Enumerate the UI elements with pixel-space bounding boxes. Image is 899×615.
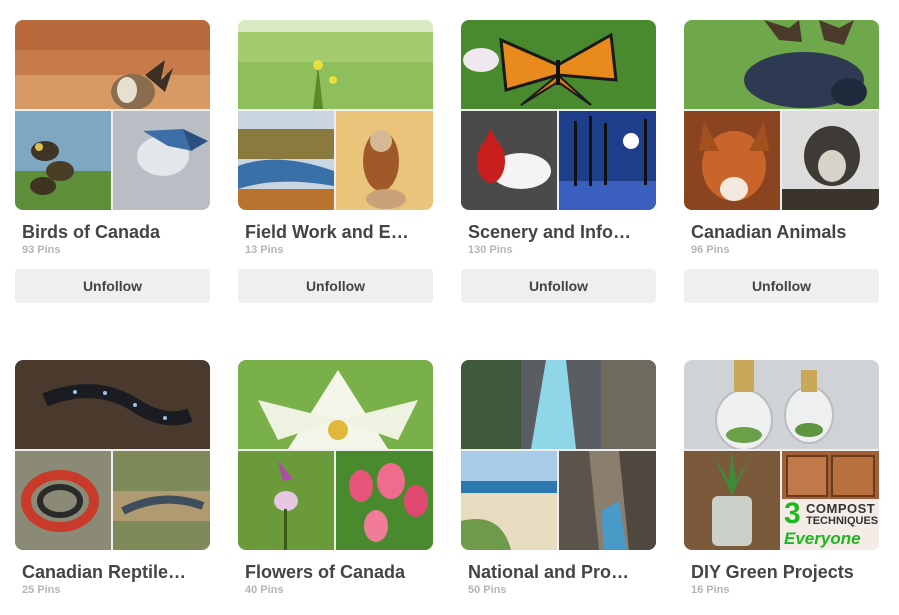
board-title[interactable]: Scenery and Info…: [461, 222, 651, 243]
board-card-field-work[interactable]: Field Work and E… 13 Pins Unfollow: [238, 20, 433, 303]
cover-image-pineapple-jar: [684, 451, 780, 550]
cover-image-spotted-salamander: [15, 360, 210, 449]
board-cover[interactable]: [461, 360, 656, 550]
board-card-diy-green-projects[interactable]: 3 COMPOST TECHNIQUES Everyone DIY Green …: [684, 360, 879, 596]
board-title[interactable]: Field Work and E…: [238, 222, 428, 243]
unfollow-button[interactable]: Unfollow: [238, 269, 433, 303]
cover-image-blue-jay: [113, 111, 210, 210]
board-title[interactable]: Canadian Reptile…: [15, 562, 205, 583]
cover-image-pink-tulips: [336, 451, 433, 550]
board-cover[interactable]: 3 COMPOST TECHNIQUES Everyone: [684, 360, 879, 550]
cover-image-wolf: [782, 111, 879, 210]
board-title[interactable]: National and Pro…: [461, 562, 651, 583]
cover-image-beach-dunes: [461, 451, 557, 550]
board-cover[interactable]: [15, 20, 210, 210]
pin-count: 16 Pins: [691, 584, 730, 596]
cover-image-garter-snake: [113, 451, 210, 550]
unfollow-button[interactable]: Unfollow: [684, 269, 879, 303]
board-cover[interactable]: [15, 360, 210, 550]
cover-image-red-snake: [15, 451, 111, 550]
board-card-scenery-and-info[interactable]: Scenery and Info… 130 Pins Unfollow: [461, 20, 656, 303]
cover-image-trillium: [238, 360, 433, 449]
board-cover[interactable]: [461, 20, 656, 210]
cover-image-monarch-butterfly: [461, 20, 656, 109]
cover-image-sage-grouse: [15, 20, 210, 109]
cover-image-lightbulb-terrariums: [684, 360, 879, 449]
cover-image-moose: [684, 20, 879, 109]
cover-image-meadow: [238, 20, 433, 109]
cover-image-lake-valley: [238, 111, 334, 210]
compost-overlay-text: 3 COMPOST TECHNIQUES Everyone: [782, 497, 879, 550]
cover-image-ducklings: [15, 111, 111, 210]
board-title[interactable]: Birds of Canada: [15, 222, 205, 243]
cover-image-kestrel: [336, 111, 433, 210]
pin-count: 40 Pins: [245, 584, 284, 596]
cover-image-cardinal: [461, 111, 557, 210]
cover-image-compost-crates: 3 COMPOST TECHNIQUES Everyone: [782, 451, 879, 550]
board-card-flowers-of-canada[interactable]: Flowers of Canada 40 Pins: [238, 360, 433, 596]
board-card-canadian-reptiles[interactable]: Canadian Reptile… 25 Pins: [15, 360, 210, 596]
board-cover[interactable]: [684, 20, 879, 210]
cover-image-fairy-slipper-orchid: [238, 451, 334, 550]
pin-count: 13 Pins: [245, 244, 284, 256]
unfollow-button[interactable]: Unfollow: [461, 269, 656, 303]
cover-image-rock-gorge: [559, 451, 656, 550]
pin-count: 50 Pins: [468, 584, 507, 596]
unfollow-button[interactable]: Unfollow: [15, 269, 210, 303]
board-cover[interactable]: [238, 360, 433, 550]
board-title[interactable]: Flowers of Canada: [238, 562, 428, 583]
pin-count: 93 Pins: [22, 244, 61, 256]
cover-image-canyon-river: [461, 360, 656, 449]
board-card-national-and-provincial-parks[interactable]: National and Pro… 50 Pins: [461, 360, 656, 596]
pin-count: 25 Pins: [22, 584, 61, 596]
pin-count: 130 Pins: [468, 244, 513, 256]
board-card-birds-of-canada[interactable]: Birds of Canada 93 Pins Unfollow: [15, 20, 210, 303]
board-title[interactable]: Canadian Animals: [684, 222, 874, 243]
cover-image-red-fox: [684, 111, 780, 210]
board-title[interactable]: DIY Green Projects: [684, 562, 874, 583]
pin-count: 96 Pins: [691, 244, 730, 256]
cover-image-winter-trees: [559, 111, 656, 210]
board-cover[interactable]: [238, 20, 433, 210]
board-card-canadian-animals[interactable]: Canadian Animals 96 Pins Unfollow: [684, 20, 879, 303]
